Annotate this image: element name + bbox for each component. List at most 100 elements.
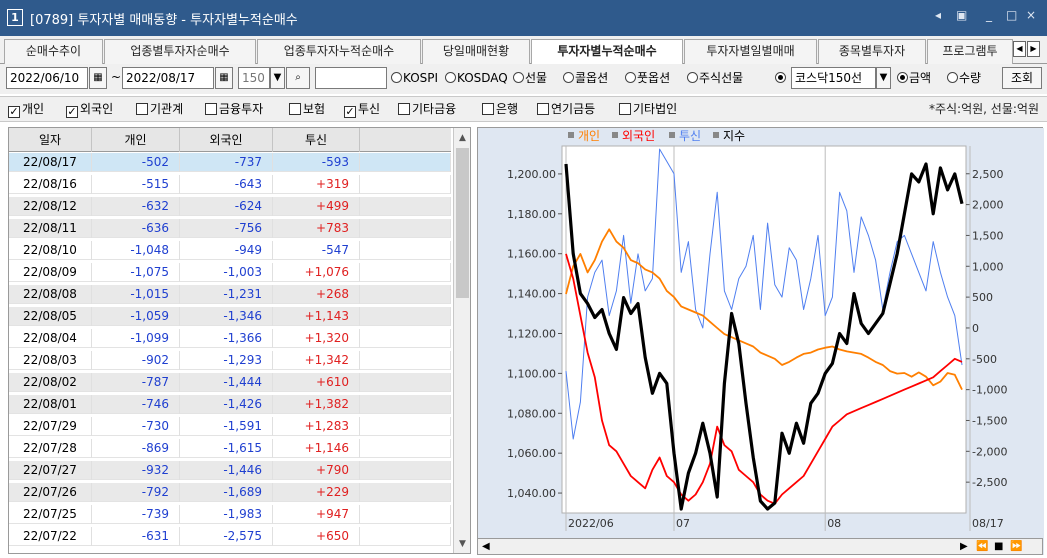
cell-empty — [360, 351, 451, 370]
cell-foreign: -1,003 — [180, 263, 273, 282]
cell-empty — [360, 153, 451, 172]
start-date-input[interactable]: 2022/06/10 — [6, 67, 88, 89]
close-button[interactable]: × — [1026, 8, 1036, 22]
end-date-input[interactable]: 2022/08/17 — [122, 67, 214, 89]
table-row[interactable]: 22/07/29 -730 -1,591 +1,283 — [9, 417, 451, 436]
code-input[interactable] — [315, 67, 387, 89]
table-row[interactable]: 22/07/27 -932 -1,446 +790 — [9, 461, 451, 480]
chart-horizontal-scrollbar[interactable]: ◀ ▶ ⏪ ■ ⏩ — [477, 538, 1043, 555]
filter-institution[interactable]: 기관계 — [136, 100, 183, 118]
table-row[interactable]: 22/08/01 -746 -1,426 +1,382 — [9, 395, 451, 414]
scroll-thumb[interactable] — [456, 148, 469, 298]
radio-futures[interactable]: 선물 — [513, 69, 547, 87]
table-row[interactable]: 22/07/25 -739 -1,983 +947 — [9, 505, 451, 524]
cell-empty — [360, 307, 451, 326]
table-row[interactable]: 22/08/16 -515 -643 +319 — [9, 175, 451, 194]
count-input[interactable]: 150 — [238, 67, 270, 89]
start-calendar-icon[interactable]: ▦ — [89, 67, 107, 89]
query-button[interactable]: 조회 — [1002, 67, 1042, 89]
radio-quantity[interactable]: 수량 — [947, 69, 981, 87]
filter-financial-investment[interactable]: 금융투자 — [205, 100, 263, 118]
column-header-date[interactable]: 일자 — [9, 128, 92, 152]
link-window-icon[interactable]: ▣ — [956, 8, 967, 22]
scroll-left-icon[interactable]: ◀ — [482, 539, 490, 554]
chart-stop-icon[interactable]: ■ — [994, 539, 1003, 554]
tab-investor-cumulative[interactable]: 투자자별누적순매수 — [531, 39, 683, 65]
filter-other-corp[interactable]: 기타법인 — [619, 100, 677, 118]
tab-net-buy-trend[interactable]: 순매수추이 — [4, 39, 103, 64]
table-vertical-scrollbar[interactable]: ▲ ▼ — [453, 128, 470, 553]
table-row[interactable]: 22/07/26 -792 -1,689 +229 — [9, 483, 451, 502]
tab-sector-investor-net-buy[interactable]: 업종별투자자순매수 — [104, 39, 256, 64]
end-calendar-icon[interactable]: ▦ — [215, 67, 233, 89]
filter-trust[interactable]: ✓ 투신 — [344, 100, 380, 118]
cell-empty — [360, 395, 451, 414]
radio-kospi[interactable]: KOSPI — [391, 69, 438, 87]
filter-bank[interactable]: 은행 — [482, 100, 518, 118]
scroll-down-icon[interactable]: ▼ — [454, 536, 470, 552]
tab-program[interactable]: 프로그램투 — [927, 39, 1013, 64]
table-row[interactable]: 22/08/09 -1,075 -1,003 +1,076 — [9, 263, 451, 282]
radio-put-option[interactable]: 풋옵션 — [625, 69, 670, 87]
filter-pension[interactable]: 연기금등 — [537, 100, 595, 118]
radio-kosdaq[interactable]: KOSDAQ — [445, 69, 508, 87]
left-axis-label: 1,180.00 — [507, 208, 556, 221]
chart-scroll-right-icon[interactable]: ▶ — [960, 539, 968, 554]
checkbox-icon — [619, 103, 631, 115]
left-axis-label: 1,100.00 — [507, 367, 556, 380]
scroll-up-icon[interactable]: ▲ — [454, 130, 470, 146]
maximize-button[interactable]: □ — [1006, 8, 1017, 22]
filter-insurance[interactable]: 보험 — [289, 100, 325, 118]
index-select[interactable]: 코스닥150선 — [791, 67, 876, 89]
table-row[interactable]: 22/08/10 -1,048 -949 -547 — [9, 241, 451, 260]
legend-label: 투신 — [679, 129, 701, 143]
cell-foreign: -1,591 — [180, 417, 273, 436]
checkbox-icon — [136, 103, 148, 115]
table-row[interactable]: 22/08/08 -1,015 -1,231 +268 — [9, 285, 451, 304]
minimize-button[interactable]: _ — [986, 8, 992, 22]
tab-sector-investor-cumulative[interactable]: 업종투자자누적순매수 — [257, 39, 421, 64]
cell-date: 22/07/25 — [9, 505, 92, 524]
cell-date: 22/07/29 — [9, 417, 92, 436]
radio-index-selected[interactable] — [775, 69, 787, 87]
table-row[interactable]: 22/08/11 -636 -756 +783 — [9, 219, 451, 238]
cell-empty — [360, 439, 451, 458]
right-axis-label: 2,500 — [972, 168, 1004, 181]
tab-investor-daily[interactable]: 투자자별일별매매 — [684, 39, 817, 64]
checkbox-icon — [289, 103, 301, 115]
radio-dot-icon — [625, 72, 636, 83]
cell-foreign: -1,444 — [180, 373, 273, 392]
legend-marker — [612, 132, 618, 138]
filter-other-finance[interactable]: 기타금융 — [398, 100, 456, 118]
filter-foreign[interactable]: ✓ 외국인 — [66, 100, 113, 118]
index-dropdown-icon[interactable]: ▼ — [876, 67, 891, 89]
tab-stock-investor[interactable]: 종목별투자자 — [818, 39, 926, 64]
count-dropdown-icon[interactable]: ▼ — [270, 67, 285, 89]
column-header-foreign[interactable]: 외국인 — [180, 128, 273, 152]
column-header-trust[interactable]: 투신 — [273, 128, 360, 152]
tab-prev-icon[interactable]: ◀ — [1013, 41, 1026, 57]
cell-trust: +1,283 — [273, 417, 360, 436]
chart-rewind-icon[interactable]: ⏪ — [976, 539, 988, 554]
table-row[interactable]: 22/08/02 -787 -1,444 +610 — [9, 373, 451, 392]
table-row[interactable]: 22/07/28 -869 -1,615 +1,146 — [9, 439, 451, 458]
cell-foreign: -2,575 — [180, 527, 273, 546]
table-row[interactable]: 22/08/17 -502 -737 -593 — [9, 153, 451, 172]
column-header-individual[interactable]: 개인 — [92, 128, 180, 152]
table-row[interactable]: 22/08/04 -1,099 -1,366 +1,320 — [9, 329, 451, 348]
table-row[interactable]: 22/08/05 -1,059 -1,346 +1,143 — [9, 307, 451, 326]
chart-fast-forward-icon[interactable]: ⏩ — [1010, 539, 1022, 554]
tab-daily-trading[interactable]: 당일매매현황 — [422, 39, 530, 64]
table-row[interactable]: 22/08/12 -632 -624 +499 — [9, 197, 451, 216]
table-row[interactable]: 22/07/22 -631 -2,575 +650 — [9, 527, 451, 546]
back-arrow-icon[interactable]: ◂ — [935, 8, 941, 22]
radio-amount[interactable]: 금액 — [897, 69, 931, 87]
table-row[interactable]: 22/08/03 -902 -1,293 +1,342 — [9, 351, 451, 370]
search-icon[interactable]: ⌕ — [286, 67, 310, 89]
cell-trust: +790 — [273, 461, 360, 480]
radio-stock-futures[interactable]: 주식선물 — [687, 69, 743, 87]
tab-next-icon[interactable]: ▶ — [1027, 41, 1040, 57]
filter-individual[interactable]: ✓ 개인 — [8, 100, 44, 118]
radio-call-option[interactable]: 콜옵션 — [563, 69, 608, 87]
cell-empty — [360, 505, 451, 524]
